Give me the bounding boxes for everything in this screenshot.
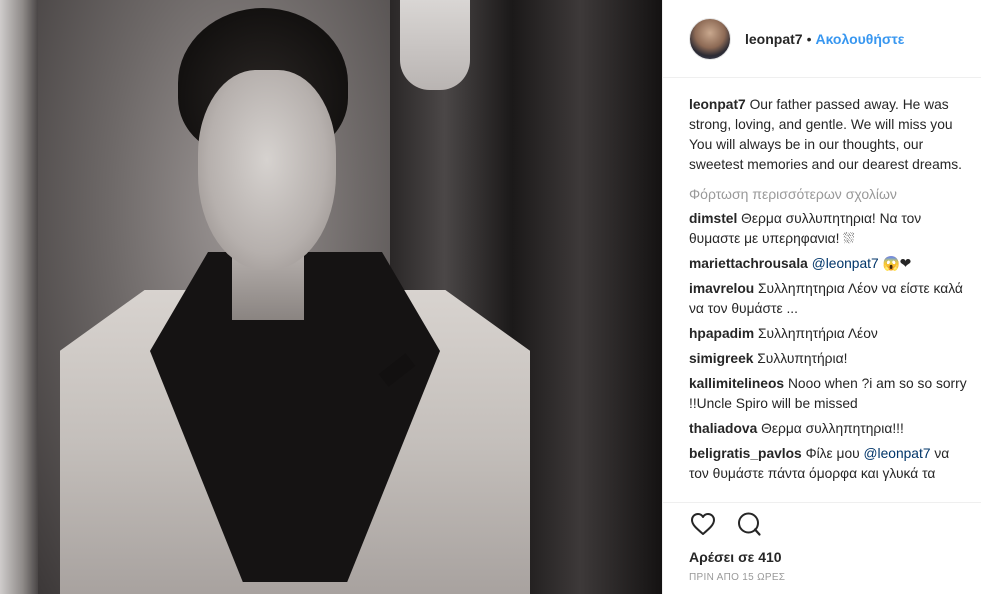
comment-text: Φίλε μου — [805, 446, 860, 461]
instagram-post: leonpat7 • Ακολουθήστε leonpat7 Our fath… — [0, 0, 981, 594]
photo-face — [198, 70, 336, 270]
heart-icon — [691, 512, 715, 535]
comment-text: 😱❤ — [882, 256, 912, 271]
post-actions-bar — [663, 502, 981, 544]
comment-username[interactable]: kallimitelineos — [689, 376, 784, 391]
comment-text: Συλληπητήρια Λέον — [758, 326, 878, 341]
comment-button[interactable] — [735, 510, 763, 538]
comment-item: thaliadova Θερμα συλληπητηρια!!! — [689, 419, 967, 439]
comment-username[interactable]: thaliadova — [689, 421, 757, 436]
post-photo[interactable] — [0, 0, 662, 594]
comment-text: Θερμα συλληπητηρια!!! — [761, 421, 904, 436]
comment-mention[interactable]: @leonpat7 — [812, 256, 879, 271]
comment-item: dimstel Θερμα συλλυπητηρια! Να τον θυμασ… — [689, 209, 967, 249]
comment-mention[interactable]: @leonpat7 — [864, 446, 931, 461]
comments-list: leonpat7 Our father passed away. He was … — [663, 78, 981, 502]
like-button[interactable] — [689, 510, 717, 538]
comment-item: simigreek Συλλυπητήρια! — [689, 349, 967, 369]
comment-username[interactable]: hpapadim — [689, 326, 754, 341]
post-caption: leonpat7 Our father passed away. He was … — [689, 95, 967, 175]
comment-item: beligratis_pavlos Φίλε μου @leonpat7 να … — [689, 444, 967, 484]
load-more-comments-link[interactable]: Φόρτωση περισσότερων σχολίων — [689, 184, 967, 204]
follow-button[interactable]: Ακολουθήστε — [815, 31, 904, 47]
post-timestamp: ΠΡΙΝ ΑΠΟ 15 ΩΡΕΣ — [689, 572, 786, 583]
comment-username[interactable]: dimstel — [689, 211, 737, 226]
header-separator: • — [806, 30, 812, 47]
caption-username[interactable]: leonpat7 — [689, 97, 746, 112]
comment-username[interactable]: imavrelou — [689, 281, 754, 296]
comment-item: kallimitelineos Nooo when ?i am so so so… — [689, 374, 967, 414]
comment-username[interactable]: mariettachrousala — [689, 256, 808, 271]
author-avatar[interactable] — [689, 17, 731, 60]
photo-mannequin — [400, 0, 470, 90]
comment-text: Συλλυπητήρια! — [757, 351, 848, 366]
post-header: leonpat7 • Ακολουθήστε — [663, 0, 981, 78]
photo-frame-edge — [0, 0, 38, 594]
comment-item: imavrelou Συλληπητηρια Λέον να είστε καλ… — [689, 279, 967, 319]
author-username[interactable]: leonpat7 — [745, 31, 803, 47]
comment-username[interactable]: beligratis_pavlos — [689, 446, 802, 461]
likes-count[interactable]: Αρέσει σε 410 — [663, 546, 981, 568]
comment-item: mariettachrousala @leonpat7 😱❤ — [689, 254, 967, 274]
post-sidebar: leonpat7 • Ακολουθήστε leonpat7 Our fath… — [662, 0, 981, 594]
comment-item: hpapadim Συλληπητήρια Λέον — [689, 324, 967, 344]
comment-bubble-icon — [738, 512, 761, 536]
comment-username[interactable]: simigreek — [689, 351, 753, 366]
